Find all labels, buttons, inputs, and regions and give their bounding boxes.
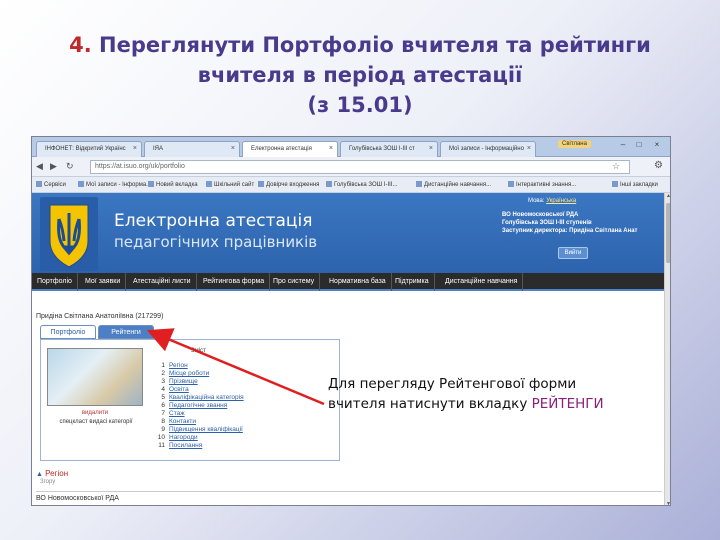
bookmark-icon	[416, 181, 422, 187]
list-item[interactable]: 9 Підвищення кваліфікації	[155, 426, 335, 434]
list-item[interactable]: 3 Прізвище	[155, 378, 335, 386]
browser-tab[interactable]: ІНФОНЕТ: Відкритий Українс ×	[36, 141, 142, 157]
bookmark-item[interactable]: Довірче входження	[258, 181, 319, 188]
bookmark-item[interactable]: Шкільний сайт	[206, 181, 254, 188]
photo-note: спецкласт видасі категорії	[59, 419, 133, 425]
menu-item-support[interactable]: Підтримка	[390, 273, 435, 291]
list-item[interactable]: 7 Стаж	[155, 410, 335, 418]
browser-screenshot: ІНФОНЕТ: Відкритий Українс × ІЯА × Електро…	[31, 136, 671, 506]
menu-item-applications[interactable]: Мої заявки	[80, 273, 127, 291]
other-bookmarks[interactable]: Інші закладки	[612, 181, 658, 188]
bookmark-item[interactable]: Мої записи - Інформа...	[78, 181, 151, 188]
region-up-link[interactable]: Згору	[40, 479, 55, 485]
close-icon[interactable]: ×	[329, 145, 333, 152]
region-section-heading[interactable]: ▲ Регіон	[36, 469, 68, 478]
menu-item-rating-form[interactable]: Рейтингова форма	[198, 273, 271, 291]
bookmark-icon	[326, 181, 332, 187]
bookmark-item[interactable]: Сервіси	[36, 181, 66, 188]
browser-tab[interactable]: Голубівська ЗОШ І-ІІІ ст ×	[340, 141, 438, 157]
list-item[interactable]: 5 Кваліфікаційна категорія	[155, 394, 335, 402]
site-header: Електронна атестація педагогічних праців…	[32, 193, 664, 273]
site-title: Електронна атестація	[114, 211, 313, 231]
forward-icon[interactable]: ▶	[50, 161, 57, 172]
bookmark-icon	[206, 181, 212, 187]
list-item[interactable]: 6 Педагогічне звання	[155, 402, 335, 410]
list-item[interactable]: 1 Регіон	[155, 362, 335, 370]
list-item[interactable]: 11 Посилання	[155, 442, 335, 450]
title-line-1: Переглянути Портфоліо вчителя та рейтинг…	[99, 33, 651, 57]
bookmark-icon	[36, 181, 42, 187]
scroll-up-icon[interactable]: ▲	[665, 193, 670, 199]
bookmark-icon	[78, 181, 84, 187]
scroll-down-icon[interactable]: ▼	[665, 501, 670, 505]
language-line: Мова: Українська	[528, 198, 577, 204]
reload-icon[interactable]: ↻	[66, 161, 74, 172]
bookmark-item[interactable]: Інтерактивні знання...	[508, 181, 576, 188]
bookmark-icon	[258, 181, 264, 187]
bookmarks-bar: Сервіси Мої записи - Інформа... Новий вк…	[32, 177, 670, 193]
annotation-line-2: вчителя натиснути вкладку	[328, 396, 532, 412]
browser-tab[interactable]: Мої записи - Інформаційно ×	[440, 141, 536, 157]
title-line-3: (з 15.01)	[307, 93, 413, 117]
org-info: ВО Новомосковської РДА Голубівська ЗОШ І…	[502, 212, 638, 234]
vertical-scrollbar[interactable]: ▲ ▼	[664, 193, 670, 505]
annotation-highlight: РЕЙТЕНГИ	[531, 396, 604, 412]
annotation-line-1: Для перегляду Рейтенгової форми	[328, 376, 577, 392]
language-link[interactable]: Українська	[546, 198, 576, 204]
exit-button[interactable]: Вийти	[558, 247, 588, 259]
site-menu: Портфоліо Мої заявки Атестаційні листи Р…	[32, 273, 664, 291]
browser-tab[interactable]: ІЯА ×	[144, 141, 240, 157]
contents-heading: Зміст	[191, 348, 206, 354]
contents-list: 1 Регіон 2 Місце роботи 3 Прізвище 4 Освіта …	[155, 362, 335, 450]
maximize-icon[interactable]: □	[632, 139, 646, 151]
region-value: ВО Новомосковської РДА	[36, 491, 662, 502]
title-line-2: вчителя в період атестації	[197, 63, 523, 87]
wrench-icon[interactable]: ⚙	[654, 160, 663, 171]
close-icon[interactable]: ×	[429, 145, 433, 152]
browser-tab-bar: ІНФОНЕТ: Відкритий Українс × ІЯА × Електро…	[32, 137, 670, 157]
menu-item-distance-learning[interactable]: Дистанційне навчання	[440, 273, 524, 291]
tab-ratings[interactable]: Рейтенги	[98, 325, 154, 339]
bookmark-item[interactable]: Голубівська ЗОШ І-ІІІ...	[326, 181, 397, 188]
menu-item-about[interactable]: Про систему	[268, 273, 321, 291]
back-icon[interactable]: ◀	[36, 161, 43, 172]
teacher-photo	[47, 348, 143, 406]
browser-tab-active[interactable]: Електронна атестація ×	[242, 141, 338, 157]
bookmark-item[interactable]: Новий вкладка	[148, 181, 198, 188]
bookmark-icon	[508, 181, 514, 187]
bookmark-star-icon[interactable]: ☆	[612, 161, 620, 172]
teacher-name: Придіна Світлана Анатоліївна (217299)	[36, 313, 164, 320]
trident-emblem-icon	[40, 197, 98, 271]
triangle-up-icon: ▲	[36, 471, 43, 478]
scroll-thumb[interactable]	[666, 203, 670, 263]
delete-photo-link[interactable]: видалити	[47, 410, 143, 416]
close-window-icon[interactable]: ×	[650, 139, 664, 151]
site-subtitle: педагогічних працівників	[114, 233, 318, 251]
close-icon[interactable]: ×	[527, 145, 531, 152]
url-input[interactable]: https://at.isuo.org/uk/portfolio	[90, 160, 630, 174]
close-icon[interactable]: ×	[133, 145, 137, 152]
tab-portfolio[interactable]: Портфоліо	[40, 325, 96, 339]
title-number: 4.	[69, 33, 92, 57]
address-bar: ◀ ▶ ↻ https://at.isuo.org/uk/portfolio ☆…	[32, 157, 670, 177]
menu-item-attestation-sheets[interactable]: Атестаційні листи	[128, 273, 197, 291]
annotation-text: Для перегляду Рейтенгової форми вчителя …	[328, 374, 668, 414]
portfolio-panel: видалити спецкласт видасі категорії Зміс…	[40, 339, 340, 461]
list-item[interactable]: 2 Місце роботи	[155, 370, 335, 378]
profile-badge[interactable]: Світлана	[558, 140, 591, 148]
minimize-icon[interactable]: –	[616, 139, 630, 151]
user-info: Мова: Українська ВО Новомосковської РДА …	[502, 197, 662, 269]
list-item[interactable]: 10 Нагороди	[155, 434, 335, 442]
menu-item-portfolio[interactable]: Портфоліо	[32, 273, 78, 291]
list-item[interactable]: 8 Контакти	[155, 418, 335, 426]
menu-item-regulations[interactable]: Нормативна база	[324, 273, 392, 291]
close-icon[interactable]: ×	[231, 145, 235, 152]
bookmark-item[interactable]: Дистанційне навчання...	[416, 181, 491, 188]
slide-title: 4. Переглянути Портфоліо вчителя та рейт…	[40, 30, 680, 120]
list-item[interactable]: 4 Освіта	[155, 386, 335, 394]
bookmark-icon	[148, 181, 154, 187]
folder-icon	[612, 181, 618, 187]
